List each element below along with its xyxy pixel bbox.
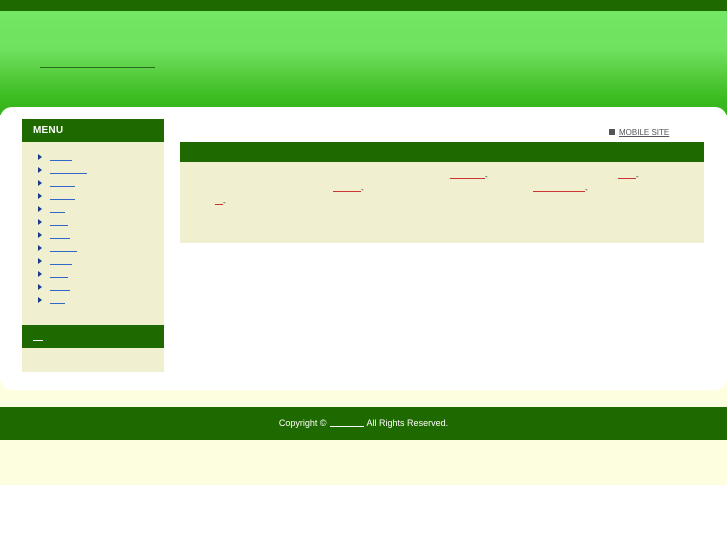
copyright-suffix: All Rights Reserved.: [366, 418, 449, 428]
triangle-bullet-icon: [38, 245, 42, 251]
menu-item-link[interactable]: [50, 256, 72, 265]
copyright-owner: [329, 419, 364, 427]
mobile-site-link-wrapper: MOBILE SITE: [609, 127, 669, 139]
heading-dash: [33, 340, 43, 341]
triangle-bullet-icon: [38, 167, 42, 173]
sidebar-menu: MENU: [22, 119, 164, 325]
secondary-box-heading: [22, 325, 164, 348]
menu-item: [37, 164, 164, 177]
content-link[interactable]: [450, 172, 485, 179]
menu-item-link[interactable]: [50, 165, 87, 174]
menu-item-link[interactable]: [50, 230, 70, 239]
content-body: - - - - -: [180, 162, 704, 243]
menu-item-link[interactable]: [50, 269, 68, 278]
site-header: [0, 11, 727, 115]
menu-item-link[interactable]: [50, 295, 65, 304]
triangle-bullet-icon: [38, 180, 42, 186]
sidebar-secondary-box: [22, 325, 164, 372]
menu-item-link[interactable]: [50, 204, 65, 213]
menu-item: [37, 177, 164, 190]
triangle-bullet-icon: [38, 271, 42, 277]
triangle-bullet-icon: [38, 154, 42, 160]
triangle-bullet-icon: [38, 193, 42, 199]
mobile-site-link[interactable]: MOBILE SITE: [619, 128, 669, 137]
menu-list: [22, 142, 164, 307]
separator-dash: -: [485, 172, 488, 181]
menu-item-link[interactable]: [50, 178, 75, 187]
triangle-bullet-icon: [38, 206, 42, 212]
triangle-bullet-icon: [38, 297, 42, 303]
menu-item: [37, 151, 164, 164]
content-link[interactable]: [618, 172, 636, 179]
menu-item-link[interactable]: [50, 191, 75, 200]
triangle-bullet-icon: [38, 258, 42, 264]
site-logo-link[interactable]: [40, 56, 155, 68]
separator-dash: -: [223, 198, 226, 207]
triangle-bullet-icon: [38, 284, 42, 290]
triangle-bullet-icon: [38, 232, 42, 238]
menu-item: [37, 242, 164, 255]
menu-item-link[interactable]: [50, 243, 77, 252]
content-heading-bar: [180, 142, 704, 162]
content-link[interactable]: [215, 198, 223, 205]
menu-heading: MENU: [22, 119, 164, 142]
site-footer: Copyright © All Rights Reserved.: [0, 407, 727, 440]
menu-item: [37, 294, 164, 307]
menu-item: [37, 281, 164, 294]
menu-item: [37, 190, 164, 203]
separator-dash: -: [361, 185, 364, 194]
copyright-prefix: Copyright ©: [278, 418, 327, 428]
menu-item-link[interactable]: [50, 282, 70, 291]
triangle-bullet-icon: [38, 219, 42, 225]
menu-item: [37, 255, 164, 268]
menu-item: [37, 229, 164, 242]
separator-dash: -: [585, 185, 588, 194]
menu-item: [37, 268, 164, 281]
content-link[interactable]: [533, 185, 585, 192]
menu-item: [37, 203, 164, 216]
square-bullet-icon: [609, 129, 615, 135]
content-link[interactable]: [333, 185, 361, 192]
menu-item-link[interactable]: [50, 152, 72, 161]
top-bar: [0, 0, 727, 11]
menu-item-link[interactable]: [50, 217, 68, 226]
separator-dash: -: [636, 172, 639, 181]
menu-item: [37, 216, 164, 229]
